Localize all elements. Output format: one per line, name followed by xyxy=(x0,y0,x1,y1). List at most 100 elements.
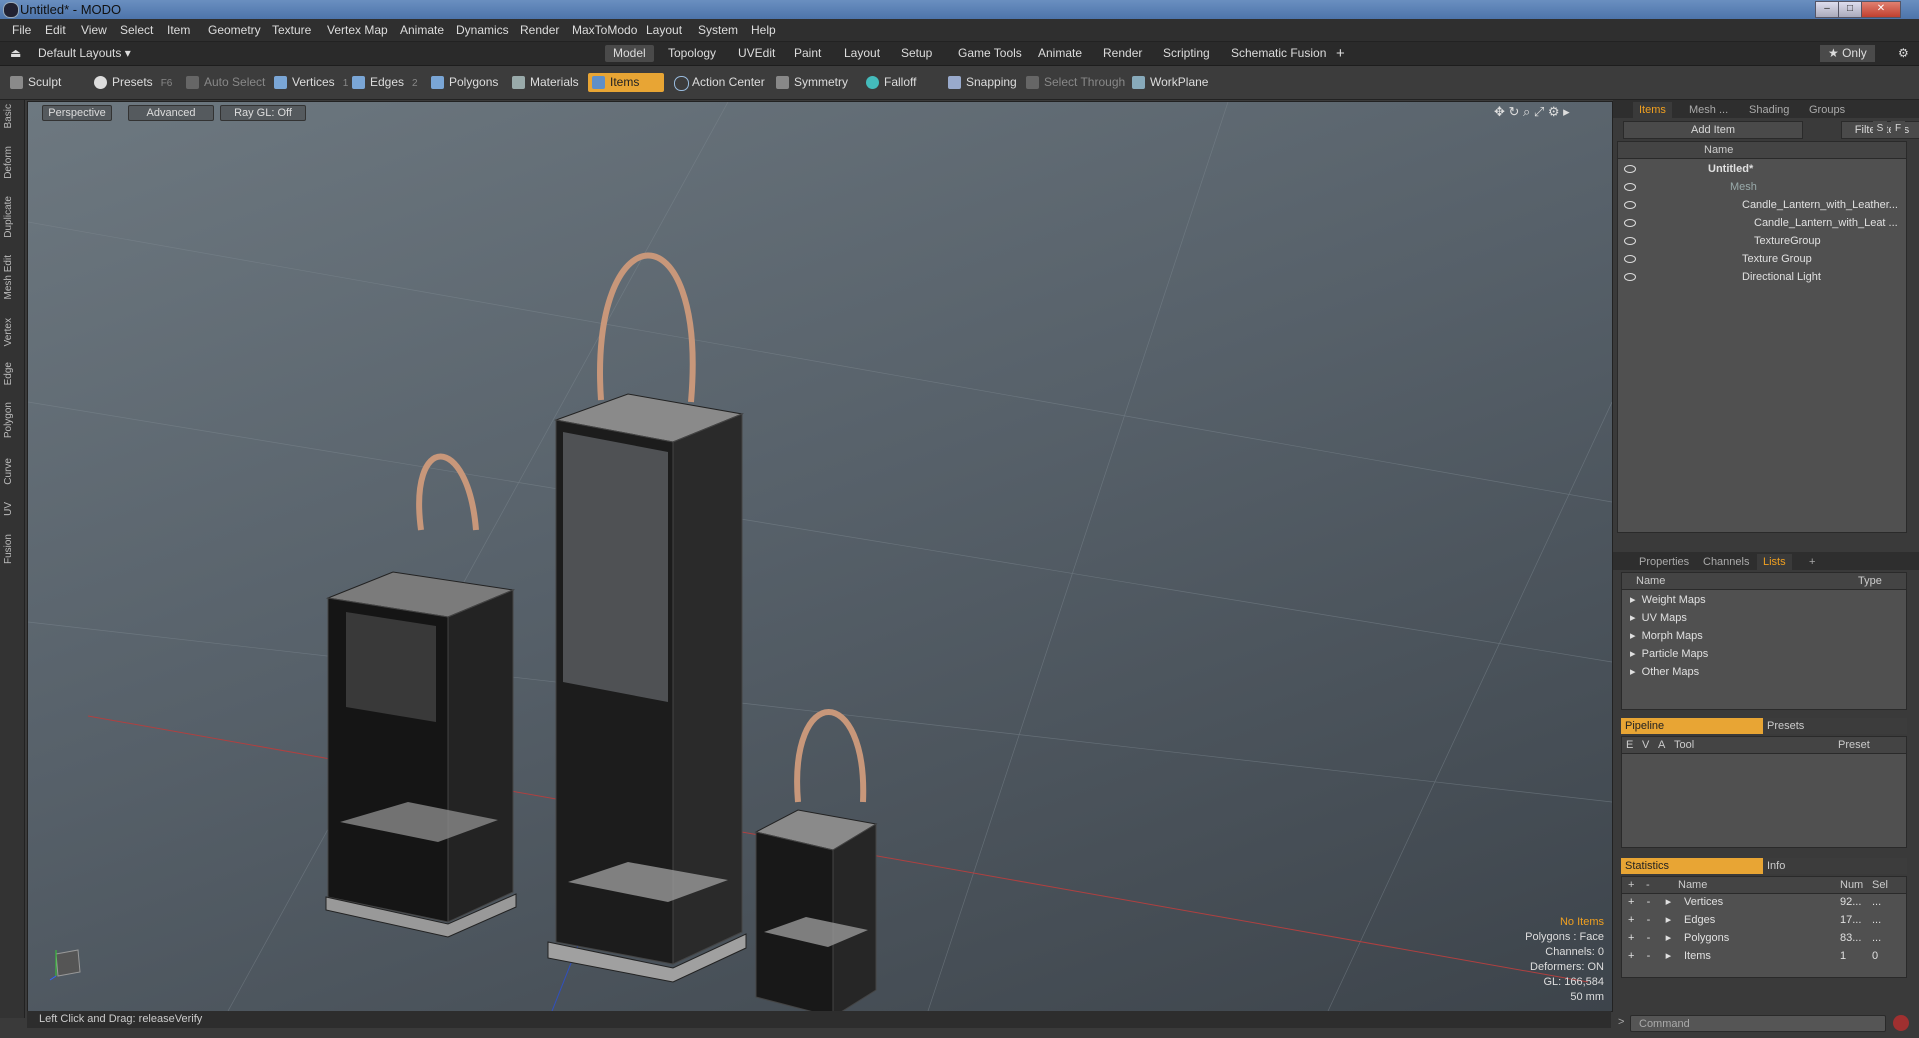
left-tab-uv[interactable]: UV xyxy=(3,502,19,516)
tab-render[interactable]: Render xyxy=(1095,45,1150,62)
left-tab-polygon[interactable]: Polygon xyxy=(3,402,19,438)
command-input[interactable]: Command xyxy=(1630,1015,1886,1032)
tab-model[interactable]: Model xyxy=(605,45,654,62)
left-tab-fusion[interactable]: Fusion xyxy=(3,534,19,564)
eye-icon[interactable] xyxy=(1624,183,1636,191)
add-tab-button[interactable]: + xyxy=(1328,45,1353,62)
eye-icon[interactable] xyxy=(1624,273,1636,281)
menu-edit[interactable]: Edit xyxy=(45,23,66,37)
list-item-uv-maps[interactable]: ▸ UV Maps xyxy=(1630,609,1687,627)
item-row-texturegroup[interactable]: TextureGroup xyxy=(1618,232,1906,250)
stats-row-edges[interactable]: + - ▸ Edges 17... ... xyxy=(1622,911,1906,929)
menu-file[interactable]: File xyxy=(12,23,31,37)
f-button[interactable]: F xyxy=(1891,121,1905,137)
maximize-button[interactable]: □ xyxy=(1838,1,1862,18)
action-center-button[interactable]: Action Center xyxy=(670,73,769,92)
materials-button[interactable]: Materials xyxy=(508,73,583,92)
left-tab-edge[interactable]: Edge xyxy=(3,362,19,385)
tab-schematic-fusion[interactable]: Schematic Fusion xyxy=(1223,45,1334,62)
menu-geometry[interactable]: Geometry xyxy=(208,23,261,37)
items-button[interactable]: Items xyxy=(588,73,664,92)
gear-icon[interactable]: ⚙ xyxy=(1890,45,1917,62)
tab-game-tools[interactable]: Game Tools xyxy=(950,45,1030,62)
stats-row-items[interactable]: + - ▸ Items 1 0 xyxy=(1622,947,1906,965)
left-tab-mesh-edit[interactable]: Mesh Edit xyxy=(3,255,19,299)
menu-layout[interactable]: Layout xyxy=(646,23,682,37)
only-toggle[interactable]: ★ Only xyxy=(1820,45,1875,62)
eye-icon[interactable] xyxy=(1624,237,1636,245)
sculpt-button[interactable]: Sculpt xyxy=(6,73,65,92)
tab-mesh[interactable]: Mesh ... xyxy=(1683,102,1734,118)
list-item-particle-maps[interactable]: ▸ Particle Maps xyxy=(1630,645,1708,663)
menu-view[interactable]: View xyxy=(81,23,107,37)
select-through-button[interactable]: Select Through xyxy=(1022,73,1129,92)
tab-pipeline[interactable]: Pipeline xyxy=(1621,718,1763,734)
tab-uvedit[interactable]: UVEdit xyxy=(730,45,783,62)
workplane-button[interactable]: WorkPlane xyxy=(1128,73,1212,92)
list-item-other-maps[interactable]: ▸ Other Maps xyxy=(1630,663,1699,681)
close-button[interactable]: ✕ xyxy=(1861,1,1901,18)
item-row-directional-light[interactable]: Directional Light xyxy=(1618,268,1906,286)
eye-icon[interactable] xyxy=(1624,255,1636,263)
falloff-button[interactable]: Falloff xyxy=(862,73,920,92)
expand-plus-icon[interactable]: + - ▸ xyxy=(1628,929,1671,947)
list-item-weight-maps[interactable]: ▸ Weight Maps xyxy=(1630,591,1706,609)
tab-presets[interactable]: Presets xyxy=(1763,718,1907,734)
eye-icon[interactable] xyxy=(1624,201,1636,209)
tab-scripting[interactable]: Scripting xyxy=(1155,45,1218,62)
stats-row-polygons[interactable]: + - ▸ Polygons 83... ... xyxy=(1622,929,1906,947)
menu-help[interactable]: Help xyxy=(751,23,776,37)
tab-groups[interactable]: Groups xyxy=(1803,102,1851,118)
symmetry-button[interactable]: Symmetry xyxy=(772,73,852,92)
tab-lists[interactable]: Lists xyxy=(1757,554,1792,570)
menu-dynamics[interactable]: Dynamics xyxy=(456,23,509,37)
layout-menu-icon[interactable]: ⏏ xyxy=(2,45,29,62)
record-icon[interactable] xyxy=(1893,1015,1909,1031)
tab-topology[interactable]: Topology xyxy=(660,45,724,62)
tab-shading[interactable]: Shading xyxy=(1743,102,1795,118)
default-layouts-dropdown[interactable]: Default Layouts ▾ xyxy=(30,45,139,62)
lantern-left[interactable] xyxy=(325,453,517,938)
left-tab-vertex[interactable]: Vertex xyxy=(3,318,19,346)
add-item-dropdown[interactable]: Add Item xyxy=(1623,121,1803,139)
expand-plus-icon[interactable]: + - ▸ xyxy=(1628,911,1671,929)
stats-row-vertices[interactable]: + - ▸ Vertices 92... ... xyxy=(1622,893,1906,911)
left-tab-duplicate[interactable]: Duplicate xyxy=(3,196,19,238)
3d-viewport[interactable]: Perspective Advanced Ray GL: Off ✥ ↻ ⌕ ⤢… xyxy=(27,101,1613,1012)
item-row-texture-group[interactable]: Texture Group xyxy=(1618,250,1906,268)
lantern-right[interactable] xyxy=(754,709,878,1011)
tab-properties[interactable]: Properties xyxy=(1633,554,1695,570)
menu-select[interactable]: Select xyxy=(120,23,153,37)
add-panel-tab[interactable]: + xyxy=(1803,554,1821,570)
menu-system[interactable]: System xyxy=(698,23,738,37)
presets-button[interactable]: Presets F6 xyxy=(90,73,176,92)
tab-statistics[interactable]: Statistics xyxy=(1621,858,1763,874)
expand-plus-icon[interactable]: + - ▸ xyxy=(1628,947,1671,965)
tab-info[interactable]: Info xyxy=(1763,858,1907,874)
item-row-lantern-mesh[interactable]: Candle_Lantern_with_Leat ... xyxy=(1618,214,1906,232)
vertices-button[interactable]: Vertices 1 xyxy=(270,73,352,92)
left-tab-deform[interactable]: Deform xyxy=(3,146,19,179)
eye-icon[interactable] xyxy=(1624,219,1636,227)
s-button[interactable]: S xyxy=(1873,121,1887,137)
item-row-lantern-group[interactable]: Candle_Lantern_with_Leather... xyxy=(1618,196,1906,214)
menu-render[interactable]: Render xyxy=(520,23,559,37)
tab-layout[interactable]: Layout xyxy=(836,45,888,62)
tab-items[interactable]: Items xyxy=(1633,102,1672,118)
edges-button[interactable]: Edges 2 xyxy=(348,73,422,92)
item-row-mesh[interactable]: Mesh xyxy=(1618,178,1906,196)
expand-plus-icon[interactable]: + - ▸ xyxy=(1628,893,1671,911)
snapping-button[interactable]: Snapping xyxy=(944,73,1021,92)
tab-setup[interactable]: Setup xyxy=(893,45,940,62)
left-tab-basic[interactable]: Basic xyxy=(3,104,19,128)
menu-texture[interactable]: Texture xyxy=(272,23,311,37)
lantern-center[interactable] xyxy=(547,252,747,983)
menu-animate[interactable]: Animate xyxy=(400,23,444,37)
menu-maxtomodo[interactable]: MaxToModo xyxy=(572,23,637,37)
menu-item[interactable]: Item xyxy=(167,23,190,37)
menu-vertex-map[interactable]: Vertex Map xyxy=(327,23,388,37)
tab-animate[interactable]: Animate xyxy=(1030,45,1090,62)
minimize-button[interactable]: – xyxy=(1815,1,1839,18)
eye-icon[interactable] xyxy=(1624,165,1636,173)
list-item-morph-maps[interactable]: ▸ Morph Maps xyxy=(1630,627,1703,645)
